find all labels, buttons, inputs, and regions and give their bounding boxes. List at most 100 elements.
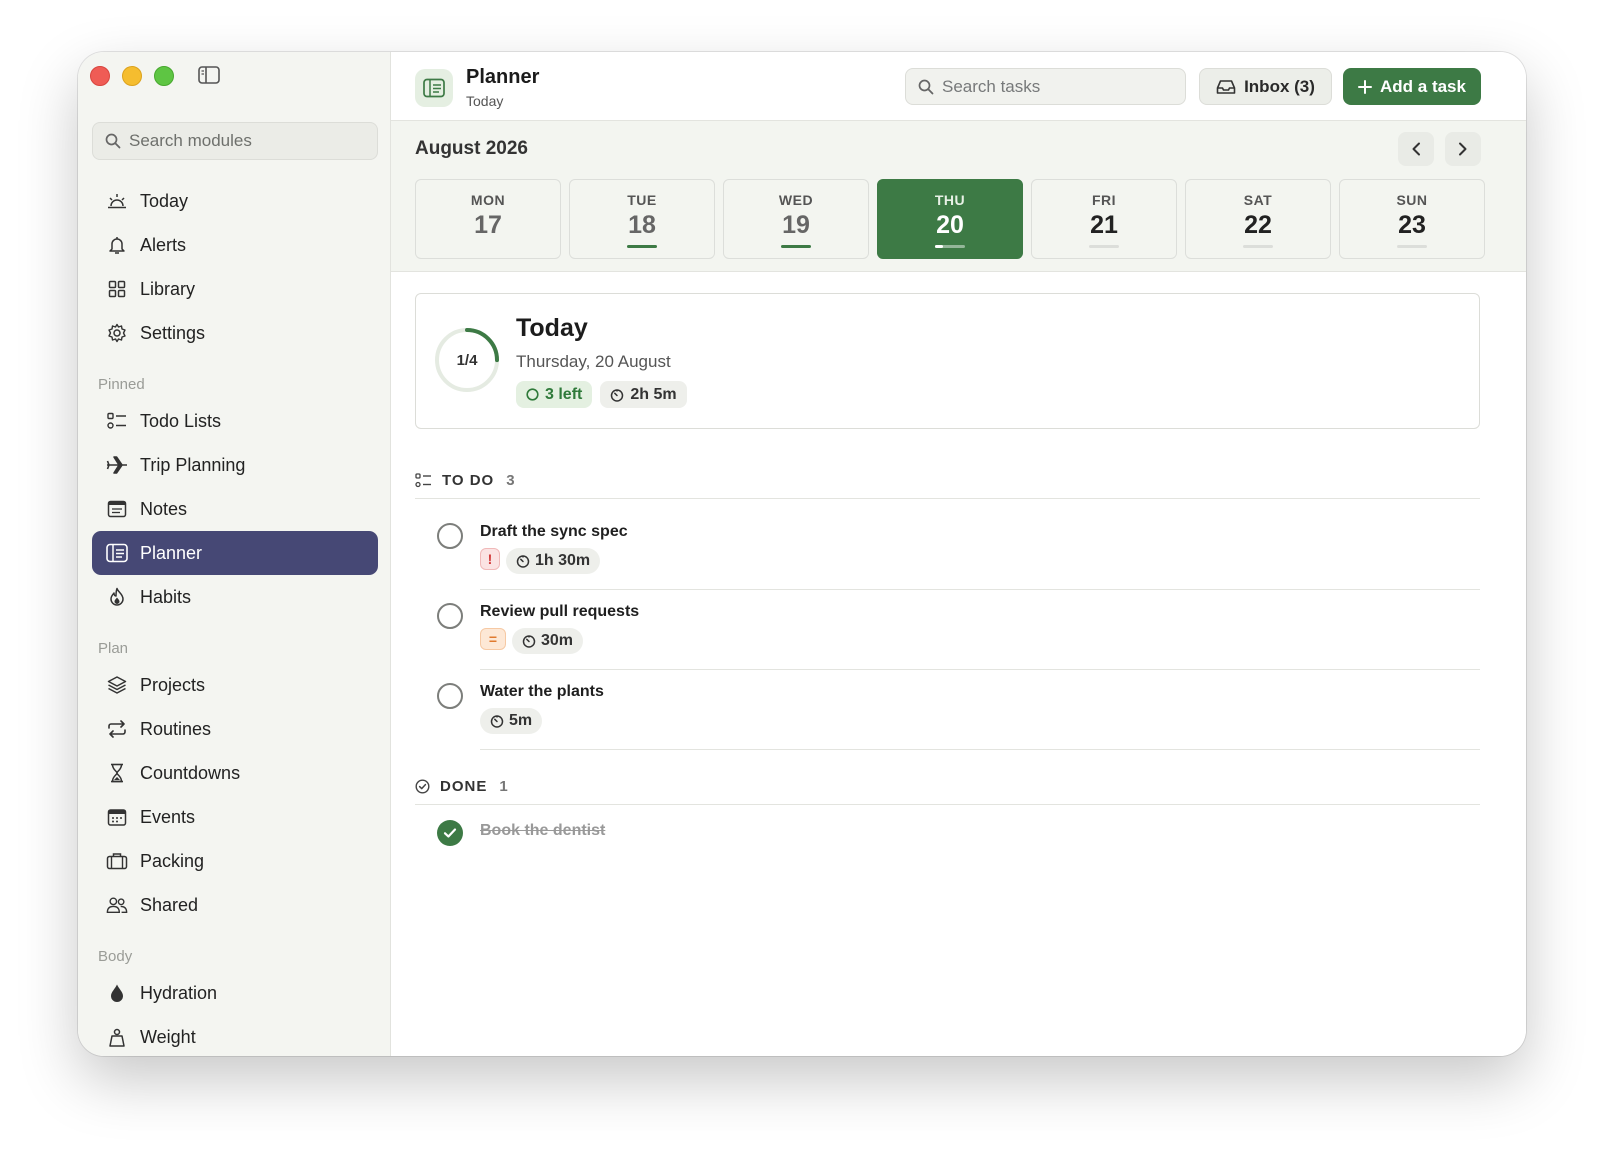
task-row[interactable]: Water the plants 5m	[415, 670, 1480, 750]
sidebar-item-label: Alerts	[140, 234, 187, 255]
checklist-icon	[106, 410, 128, 432]
sidebar-item-label: Settings	[140, 322, 206, 343]
task-checkbox[interactable]	[437, 603, 463, 629]
task-title: Draft the sync spec	[480, 523, 628, 540]
top-bar: Planner Today Search tasks Inbox (3) Add…	[391, 52, 1526, 121]
airplane-icon	[106, 454, 128, 476]
sidebar-item-alerts[interactable]: Alerts	[92, 223, 378, 267]
planner-icon	[106, 542, 128, 564]
done-task-title: Book the dentist	[480, 822, 606, 839]
module-search-placeholder: Search modules	[129, 131, 252, 150]
day-number: 19	[782, 211, 810, 239]
inbox-button[interactable]: Inbox (3)	[1199, 68, 1332, 105]
duration-label: 5m	[509, 712, 533, 729]
note-icon	[106, 498, 128, 520]
sidebar-item-label: Shared	[140, 894, 199, 915]
hourglass-icon	[106, 762, 128, 784]
day-number: 21	[1090, 211, 1118, 239]
sidebar-item-habits[interactable]: Habits	[92, 575, 378, 619]
drop-icon	[106, 982, 128, 1004]
total-time-badge: 2h 5m	[600, 381, 687, 408]
sidebar-item-planner[interactable]: Planner	[92, 531, 378, 575]
sidebar-toggle-icon[interactable]	[198, 66, 220, 84]
day-tue-18[interactable]: TUE 18	[569, 179, 715, 259]
task-row[interactable]: Draft the sync spec! 1h 30m	[415, 510, 1480, 590]
day-fri-21[interactable]: FRI 21	[1031, 179, 1177, 259]
day-progress-bar	[781, 245, 811, 248]
next-week-button[interactable]	[1445, 132, 1481, 166]
checklist-icon	[415, 473, 431, 488]
sidebar-item-routines[interactable]: Routines	[92, 707, 378, 751]
sidebar-item-settings[interactable]: Settings	[92, 311, 378, 355]
grid-icon	[106, 278, 128, 300]
day-mon-17[interactable]: MON 17	[415, 179, 561, 259]
sidebar-item-countdowns[interactable]: Countdowns	[92, 751, 378, 795]
task-checkbox[interactable]	[437, 523, 463, 549]
timer-icon	[611, 388, 624, 402]
sidebar-item-trip-planning[interactable]: Trip Planning	[92, 443, 378, 487]
checkmark-icon	[443, 828, 457, 838]
sidebar-item-hydration[interactable]: Hydration	[92, 971, 378, 1015]
module-search-input[interactable]: Search modules	[92, 122, 378, 160]
day-sun-23[interactable]: SUN 23	[1339, 179, 1485, 259]
duration-label: 30m	[541, 632, 574, 649]
duration-badge: 30m	[512, 628, 584, 654]
zoom-window-button[interactable]	[154, 66, 174, 86]
close-window-button[interactable]	[90, 66, 110, 86]
day-sat-22[interactable]: SAT 22	[1185, 179, 1331, 259]
timer-icon	[516, 555, 530, 568]
sidebar-item-label: Planner	[140, 542, 203, 563]
day-name: THU	[934, 192, 966, 208]
day-name: WED	[778, 192, 814, 208]
sidebar: Search modules Today Alerts Library Setting…	[78, 52, 391, 1056]
tasks-left-label: 3 left	[545, 385, 583, 403]
add-task-button[interactable]: Add a task	[1343, 68, 1481, 105]
sidebar-item-notes[interactable]: Notes	[92, 487, 378, 531]
duration-label: 1h 30m	[535, 552, 591, 569]
check-circle-icon	[415, 779, 430, 794]
day-name: SUN	[1396, 192, 1428, 208]
task-checkbox[interactable]	[437, 683, 463, 709]
completed-checkbox[interactable]	[437, 820, 463, 846]
day-wed-19[interactable]: WED 19	[723, 179, 869, 259]
done-group-count: 1	[499, 778, 509, 795]
minimize-window-button[interactable]	[122, 66, 142, 86]
sidebar-item-today[interactable]: Today	[92, 179, 378, 223]
sidebar-item-packing[interactable]: Packing	[92, 839, 378, 883]
sidebar-item-label: Packing	[140, 850, 205, 871]
main-panel: Planner Today Search tasks Inbox (3) Add…	[391, 52, 1526, 1056]
summary-date: Thursday, 20 August	[516, 352, 671, 371]
sidebar-item-label: Todo Lists	[140, 410, 222, 431]
sidebar-item-library[interactable]: Library	[92, 267, 378, 311]
task-separator	[480, 749, 1480, 750]
sidebar-item-todo-lists[interactable]: Todo Lists	[92, 399, 378, 443]
todo-group-header: TO DO 3	[415, 472, 516, 489]
day-progress-bar	[1243, 245, 1273, 248]
sidebar-item-shared[interactable]: Shared	[92, 883, 378, 927]
done-task-row[interactable]: Book the dentist	[415, 820, 1480, 870]
sidebar-item-events[interactable]: Events	[92, 795, 378, 839]
sidebar-section-plan: Plan	[98, 640, 129, 657]
task-search-input[interactable]: Search tasks	[905, 68, 1186, 105]
today-summary-card: 1/4 Today Thursday, 20 August 3 left 2h …	[415, 293, 1480, 429]
progress-label: 1/4	[456, 351, 478, 369]
sidebar-section-pinned: Pinned	[98, 376, 145, 393]
done-divider	[415, 804, 1480, 805]
task-row[interactable]: Review pull requests = 30m	[415, 590, 1480, 670]
medium-priority-icon: =	[480, 628, 506, 650]
planner-app-icon	[415, 69, 453, 107]
flame-icon	[106, 586, 128, 608]
sidebar-item-projects[interactable]: Projects	[92, 663, 378, 707]
previous-week-button[interactable]	[1398, 132, 1434, 166]
day-name: TUE	[627, 192, 657, 208]
sidebar-section-body: Body	[98, 948, 133, 965]
day-number: 20	[936, 211, 964, 239]
calendar-icon	[106, 806, 128, 828]
day-thu-20[interactable]: THU 20	[877, 179, 1023, 259]
month-label: August 2026	[415, 138, 528, 159]
sidebar-item-weight[interactable]: Weight	[92, 1015, 378, 1056]
bell-icon	[106, 234, 128, 256]
layers-icon	[106, 674, 128, 696]
todo-divider	[415, 498, 1480, 499]
sidebar-item-label: Today	[140, 190, 189, 211]
